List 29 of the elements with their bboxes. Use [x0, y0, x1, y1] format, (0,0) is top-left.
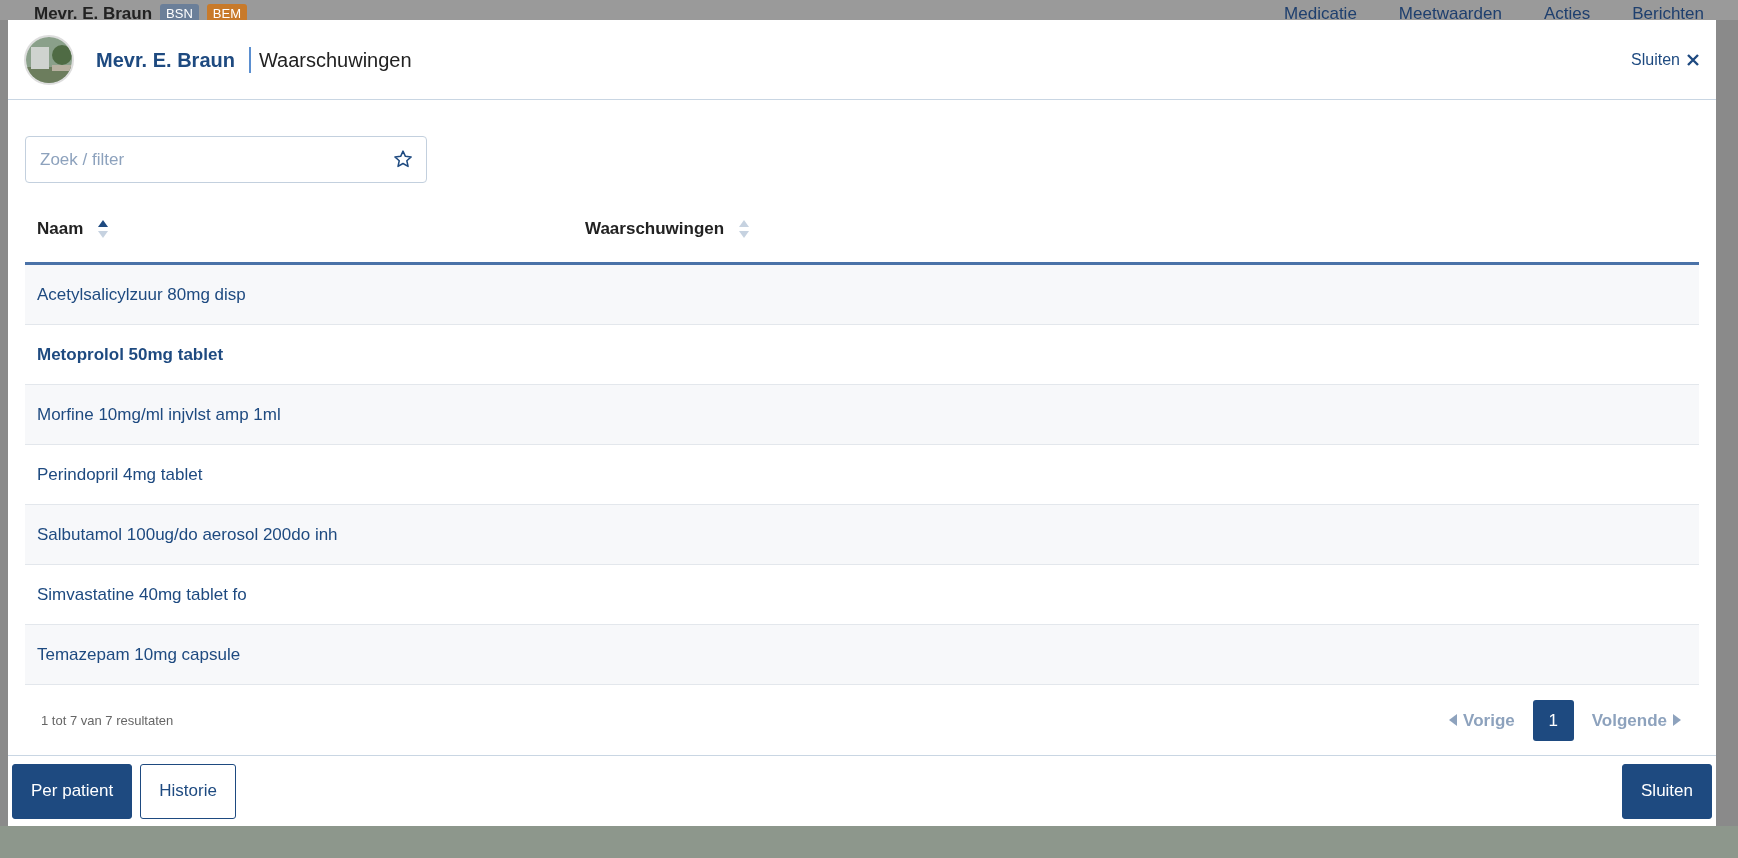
badge: BSN — [160, 4, 199, 20]
table-cell[interactable]: Metoprolol 50mg tablet — [37, 342, 224, 368]
table-cell[interactable]: Morfine 10mg/ml injvlst amp 1ml — [37, 402, 281, 428]
column-header[interactable]: Naam — [37, 216, 110, 242]
result-count: 1 tot 7 van 7 resultaten — [40, 711, 174, 730]
caret-right-icon — [1673, 714, 1681, 727]
nav-link[interactable]: Meetwaarden — [1398, 1, 1502, 20]
table-cell[interactable]: Simvastatine 40mg tablet fo — [37, 582, 247, 608]
nav-link[interactable]: Berichten — [1632, 1, 1704, 20]
caret-left-icon — [1449, 714, 1458, 727]
page-button[interactable]: 1 — [1532, 699, 1574, 741]
star-icon[interactable] — [393, 149, 413, 170]
close-icon — [1686, 52, 1700, 67]
search-field[interactable]: Zoek / filter — [25, 136, 427, 184]
patient-name: Mevr. E. Braun — [34, 3, 153, 20]
footer-button[interactable]: Historie — [140, 763, 236, 819]
table-cell[interactable]: Salbutamol 100ug/do aerosol 200do inh — [37, 522, 338, 548]
badge: BEM — [206, 4, 247, 20]
nav-link[interactable]: Medicatie — [1284, 1, 1357, 20]
close-button[interactable]: Sluiten — [1631, 47, 1700, 72]
table-cell[interactable]: Acetylsalicylzuur 80mg disp — [37, 282, 246, 308]
column-header[interactable]: Waarschuwingen — [585, 216, 751, 242]
nav-link[interactable]: Acties — [1543, 1, 1591, 20]
table-cell[interactable]: Temazepam 10mg capsule — [37, 642, 241, 668]
dialog-title: Waarschuwingen — [258, 47, 412, 73]
table-cell[interactable]: Perindopril 4mg tablet — [37, 462, 203, 488]
footer-button[interactable]: Sluiten — [1622, 763, 1712, 819]
footer-button[interactable]: Per patient — [12, 763, 133, 819]
patient-name: Mevr. E. Braun — [96, 47, 235, 73]
